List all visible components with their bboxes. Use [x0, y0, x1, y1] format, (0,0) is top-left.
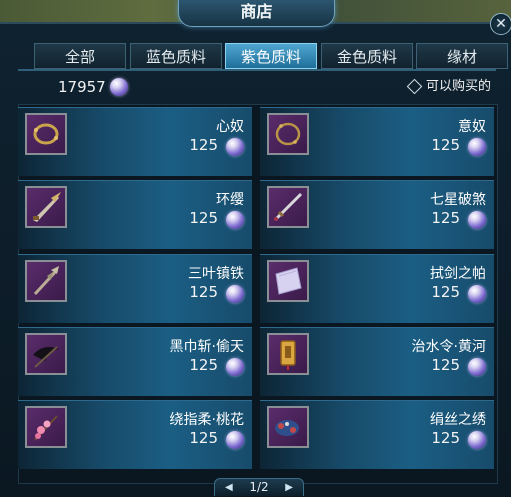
shop-item[interactable]: 心奴 125 [18, 107, 252, 176]
currency-balance: 17957 [58, 76, 128, 98]
tabs-divider [18, 69, 496, 71]
tab-blue-materials[interactable]: 蓝色质料 [130, 43, 222, 69]
cloth-icon [267, 260, 309, 302]
item-name: 三叶镇铁 [188, 266, 244, 282]
tri-blade-icon [25, 260, 67, 302]
shop-item[interactable]: 治水令·黄河 125 [260, 327, 494, 396]
item-name: 环缨 [216, 192, 244, 208]
item-price: 125 [431, 356, 460, 374]
purple-gem-icon [226, 358, 244, 376]
purple-gem-icon [468, 285, 486, 303]
purple-gem-icon [226, 285, 244, 303]
item-name: 治水令·黄河 [411, 339, 486, 355]
item-price: 125 [189, 429, 218, 447]
close-button[interactable]: ✕ [490, 13, 511, 35]
purple-gem-icon [468, 358, 486, 376]
item-price: 125 [189, 283, 218, 301]
shop-item[interactable]: 绕指柔·桃花 125 [18, 400, 252, 469]
item-price: 125 [431, 429, 460, 447]
golden-token-icon [267, 333, 309, 375]
filter-label: 可以购买的 [426, 79, 492, 94]
shop-item[interactable]: 拭剑之帕 125 [260, 254, 494, 323]
purple-gem-icon [468, 431, 486, 449]
item-name: 心奴 [216, 119, 244, 135]
sword-icon [267, 186, 309, 228]
tab-all[interactable]: 全部 [34, 43, 126, 69]
bracelet-icon [267, 113, 309, 155]
shop-item[interactable]: 绢丝之绣 125 [260, 400, 494, 469]
shop-item[interactable]: 黑巾斩·偷天 125 [18, 327, 252, 396]
shop-item[interactable]: 意奴 125 [260, 107, 494, 176]
bracelet-icon [25, 113, 67, 155]
spear-head-icon [25, 186, 67, 228]
item-price: 125 [189, 209, 218, 227]
shop-item[interactable]: 七星破煞 125 [260, 180, 494, 249]
item-name: 七星破煞 [430, 192, 486, 208]
prev-page-button[interactable]: ◀ [225, 481, 233, 494]
tab-purple-materials[interactable]: 紫色质料 [225, 43, 317, 69]
item-price: 125 [189, 136, 218, 154]
tab-fate-materials[interactable]: 缘材 [416, 43, 508, 69]
blossom-branch-icon [25, 406, 67, 448]
item-price: 125 [431, 136, 460, 154]
purple-gem-icon [468, 138, 486, 156]
item-price: 125 [431, 209, 460, 227]
currency-amount: 17957 [58, 78, 106, 96]
item-name: 意奴 [458, 119, 486, 135]
embroidery-icon [267, 406, 309, 448]
item-name: 绕指柔·桃花 [169, 412, 244, 428]
item-price: 125 [431, 283, 460, 301]
purple-gem-icon [226, 211, 244, 229]
purple-gem-icon [110, 78, 128, 96]
purple-gem-icon [468, 211, 486, 229]
pager: ◀ 1/2 ▶ [214, 478, 304, 496]
item-name: 拭剑之帕 [430, 266, 486, 282]
shop-item[interactable]: 三叶镇铁 125 [18, 254, 252, 323]
black-scythe-icon [25, 333, 67, 375]
shop-item[interactable]: 环缨 125 [18, 180, 252, 249]
item-name: 绢丝之绣 [430, 412, 486, 428]
item-price: 125 [189, 356, 218, 374]
item-name: 黑巾斩·偷天 [169, 339, 244, 355]
purple-gem-icon [226, 138, 244, 156]
next-page-button[interactable]: ▶ [285, 481, 293, 494]
window-title: 商店 [178, 0, 335, 27]
tab-gold-materials[interactable]: 金色质料 [321, 43, 413, 69]
page-indicator: 1/2 [249, 480, 269, 494]
purple-gem-icon [226, 431, 244, 449]
